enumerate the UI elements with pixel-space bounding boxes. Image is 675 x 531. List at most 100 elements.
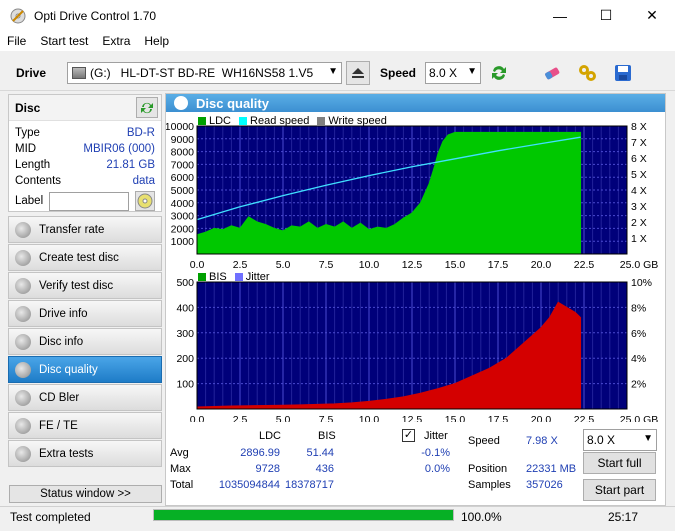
chevron-down-icon: ▼ [328, 66, 338, 77]
menu-start-test[interactable]: Start test [33, 34, 95, 48]
nav-label: Create test disc [39, 251, 119, 264]
disc-quality-icon [15, 361, 31, 378]
disc-icon [137, 193, 153, 209]
speed-select[interactable]: 8.0 X ▼ [425, 62, 481, 84]
y2-tick-label: 6% [631, 328, 646, 340]
x-tick-label: 22.5 [574, 414, 595, 422]
close-button[interactable]: ✕ [629, 0, 675, 31]
save-icon [615, 65, 631, 81]
drive-select[interactable]: (G:) HL-DT-ST BD-RE WH16NS58 1.V5 ▼ [67, 62, 342, 84]
start-full-button[interactable]: Start full [583, 452, 656, 474]
x-tick-label: 2.5 [233, 414, 248, 422]
y2-tick-label: 3 X [631, 201, 647, 213]
stats-avg-label: Avg [170, 447, 189, 459]
x-tick-label: 22.5 [574, 259, 595, 270]
stats-col-jitter: Jitter [424, 430, 448, 442]
samples-value: 357026 [526, 479, 563, 491]
nav-disc-quality[interactable]: Disc quality [8, 356, 162, 383]
x-tick-label: 17.5 [488, 414, 509, 422]
test-speed-select[interactable]: 8.0 X ▼ [583, 429, 657, 451]
ldc-chart: 1000200030004000500060007000800090001000… [166, 121, 659, 270]
title-bar: Opti Drive Control 1.70 — ☐ ✕ [0, 0, 675, 31]
nav-extra-tests[interactable]: Extra tests [8, 440, 162, 467]
nav-label: FE / TE [39, 419, 78, 432]
test-speed-value: 8.0 X [587, 433, 616, 447]
y-tick-label: 7000 [171, 159, 195, 171]
extra-tests-icon [15, 445, 31, 462]
x-tick-label: 10.0 [359, 414, 380, 422]
minimize-button[interactable]: — [537, 0, 583, 31]
x-tick-label: 12.5 [402, 414, 423, 422]
verify-disc-icon [15, 277, 31, 294]
refresh-button[interactable] [487, 61, 511, 85]
settings-button[interactable] [575, 61, 599, 85]
maximize-button[interactable]: ☐ [583, 0, 629, 31]
y2-tick-label: 6 X [631, 153, 647, 165]
disc-refresh-button[interactable] [136, 97, 158, 118]
x-tick-label: 0.0 [190, 414, 205, 422]
stats-max-bis: 436 [315, 463, 334, 475]
disc-length-label: Length [15, 159, 51, 171]
nav-drive-info[interactable]: Drive info [8, 300, 162, 327]
speed-stat-label: Speed [468, 435, 500, 447]
disc-title: Disc [15, 100, 41, 115]
erase-button[interactable] [540, 61, 564, 85]
y-tick-label: 8000 [171, 147, 195, 159]
stats-panel: LDC BIS ✓ Jitter Avg 2896.99 51.44 -0.1%… [166, 428, 646, 504]
nav-label: Transfer rate [39, 223, 105, 236]
y-tick-label: 500 [176, 277, 194, 289]
drive-label: Drive [16, 66, 47, 80]
nav-cd-bler[interactable]: CD Bler [8, 384, 162, 411]
stats-col-ldc: LDC [259, 430, 282, 442]
menu-extra[interactable]: Extra [95, 34, 137, 48]
y2-tick-label: 1 X [631, 233, 647, 245]
position-label: Position [468, 463, 508, 475]
x-tick-label: 25.0 GB [620, 259, 659, 270]
status-window-button[interactable]: Status window >> [9, 485, 162, 503]
disc-row-type: Type BD-R [9, 125, 161, 141]
nav-label: Disc quality [39, 363, 98, 376]
y2-tick-label: 8% [631, 302, 646, 314]
stats-avg-ldc: 2896.99 [240, 447, 280, 459]
speed-stat-value: 7.98 X [526, 435, 558, 447]
eject-button[interactable] [346, 61, 370, 85]
disc-quality-icon [174, 96, 188, 110]
progress-fill [154, 510, 453, 520]
y-tick-label: 300 [176, 328, 194, 340]
start-part-button[interactable]: Start part [583, 479, 656, 501]
nav-transfer-rate[interactable]: Transfer rate [8, 216, 162, 243]
x-tick-label: 7.5 [319, 414, 334, 422]
x-tick-label: 12.5 [402, 259, 423, 270]
create-disc-icon [15, 249, 31, 266]
nav-create-test-disc[interactable]: Create test disc [8, 244, 162, 271]
disc-length-value: 21.81 GB [106, 159, 155, 171]
disc-row-mid: MID MBIR06 (000) [9, 141, 161, 157]
x-tick-label: 20.0 [531, 414, 552, 422]
drive-icon [72, 67, 86, 79]
save-button[interactable] [611, 61, 635, 85]
disc-label-button[interactable] [135, 191, 155, 211]
menu-file[interactable]: File [0, 34, 33, 48]
stats-avg-bis: 51.44 [306, 447, 334, 459]
fe-te-icon [15, 417, 31, 434]
samples-label: Samples [468, 479, 511, 491]
disc-info-panel: Disc Type BD-R MID MBIR06 (000) Length 21.8… [8, 94, 162, 212]
eraser-icon [545, 67, 560, 80]
x-tick-label: 20.0 [531, 259, 552, 270]
nav-disc-info[interactable]: Disc info [8, 328, 162, 355]
y2-tick-label: 8 X [631, 121, 647, 133]
nav-verify-test-disc[interactable]: Verify test disc [8, 272, 162, 299]
nav-fe-te[interactable]: FE / TE [8, 412, 162, 439]
y-tick-label: 9000 [171, 134, 195, 146]
cd-bler-icon [15, 389, 31, 406]
disc-type-value: BD-R [126, 127, 155, 139]
progress-bar [153, 509, 454, 521]
stats-total-ldc: 1035094844 [218, 479, 280, 491]
menu-help[interactable]: Help [137, 34, 176, 48]
disc-label-input[interactable] [49, 191, 129, 211]
jitter-checkbox[interactable]: ✓ [402, 429, 415, 442]
disc-row-contents: Contents data [9, 173, 161, 189]
y-tick-label: 6000 [171, 172, 195, 184]
menu-bar: File Start test Extra Help [0, 31, 675, 51]
stats-total-label: Total [170, 479, 194, 491]
